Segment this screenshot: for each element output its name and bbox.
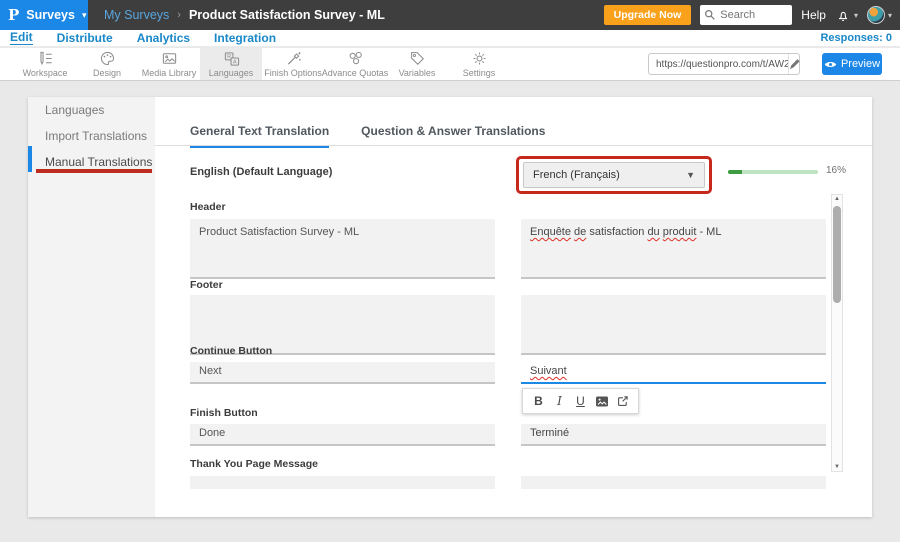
default-language-label: English (Default Language) [190,166,332,178]
translation-progress-bar [728,170,818,174]
breadcrumb: My Surveys › Product Satisfaction Survey… [104,8,385,22]
tool-design[interactable]: Design [76,48,138,80]
external-link-icon [616,395,629,408]
scroll-down-arrow-icon[interactable]: ▼ [832,464,842,470]
upgrade-now-button[interactable]: Upgrade Now [604,5,692,25]
notifications-menu[interactable]: ▾ [835,7,858,23]
eye-icon [824,60,837,69]
bold-button[interactable]: B [530,391,547,411]
chevron-down-icon: ▾ [888,11,892,20]
workspace-icon [37,50,54,67]
tool-advance-quotas[interactable]: Advance Quotas [324,48,386,80]
scrollbar-thumb[interactable] [833,206,841,303]
nav-integration[interactable]: Integration [214,32,276,45]
continue-target-input[interactable]: Suivant [521,362,826,384]
tool-languages[interactable]: RA Languages [200,48,262,80]
tool-media-library[interactable]: Media Library [138,48,200,80]
bell-icon [835,7,851,23]
selected-language-value: French (Français) [533,169,620,181]
product-switcher[interactable]: P Surveys ▾ [0,0,88,30]
active-item-indicator [28,146,32,172]
translations-sidebar: Languages Import Translations Manual Tra… [28,97,155,517]
manual-translations-content: General Text Translation Question & Answ… [155,97,872,517]
translations-panel: Languages Import Translations Manual Tra… [28,97,872,517]
progress-fill [728,170,742,174]
search-input[interactable] [720,9,786,21]
chevron-down-icon: ▼ [686,170,695,180]
settings-icon [471,50,488,67]
row-label-footer: Footer [190,279,223,291]
finish-options-icon [285,50,302,67]
thankyou-source-textarea[interactable] [190,476,495,489]
preview-button[interactable]: Preview [822,53,882,75]
insert-image-button[interactable] [593,391,610,411]
survey-url-box [648,53,800,75]
svg-text:A: A [232,59,236,65]
tool-variables[interactable]: Variables [386,48,448,80]
global-search[interactable] [700,5,792,25]
continue-source-input[interactable]: Next [190,362,495,384]
annotation-underline [36,169,152,173]
row-label-continue-button: Continue Button [190,345,272,357]
thankyou-target-textarea[interactable] [521,476,826,489]
nav-edit[interactable]: Edit [10,31,33,45]
tool-settings[interactable]: Settings [448,48,510,80]
edit-url-button[interactable] [788,54,800,74]
avatar [867,6,885,24]
tabs-divider [155,145,872,146]
product-label: Surveys [26,8,75,22]
search-icon [704,9,716,21]
content-scrollbar[interactable]: ▲ ▼ [831,194,843,472]
footer-target-textarea[interactable] [521,295,826,355]
survey-title: Product Satisfaction Survey - ML [189,8,385,22]
questionpro-logo-icon: P [8,6,19,24]
sidebar-item-languages[interactable]: Languages [28,98,155,123]
design-icon [99,50,116,67]
pencil-icon [789,59,800,70]
breadcrumb-separator-icon: › [177,9,181,21]
underline-button[interactable]: U [572,391,589,411]
row-label-finish-button: Finish Button [190,407,258,419]
breadcrumb-my-surveys[interactable]: My Surveys [104,8,169,22]
scroll-up-arrow-icon[interactable]: ▲ [832,196,842,202]
chevron-down-icon: ▾ [854,11,858,20]
nav-distribute[interactable]: Distribute [57,32,113,45]
tool-finish-options[interactable]: Finish Options [262,48,324,80]
row-label-thank-you: Thank You Page Message [190,458,318,470]
help-link[interactable]: Help [801,8,826,22]
header-target-textarea[interactable]: Enquête de satisfaction du produit - ML [521,219,826,279]
progress-percent: 16% [826,165,846,176]
finish-target-input[interactable]: Terminé [521,424,826,446]
tool-workspace[interactable]: Workspace [14,48,76,80]
sidebar-item-import-translations[interactable]: Import Translations [28,124,155,149]
translated-word: Suivant [530,365,567,377]
image-icon [595,395,609,408]
finish-source-input[interactable]: Done [190,424,495,446]
edit-toolbar: Workspace Design Media Library RA Langua… [0,48,900,81]
target-language-select[interactable]: French (Français) ▼ [523,162,705,188]
media-library-icon [161,50,178,67]
section-nav: Edit Distribute Analytics Integration Re… [0,30,900,47]
insert-link-button[interactable] [614,391,631,411]
header-source-textarea[interactable]: Product Satisfaction Survey - ML [190,219,495,279]
advance-quotas-icon [347,50,364,67]
account-menu[interactable]: ▾ [867,6,892,24]
responses-count[interactable]: Responses: 0 [820,32,892,44]
chevron-down-icon: ▾ [82,10,87,21]
top-bar: P Surveys ▾ My Surveys › Product Satisfa… [0,0,900,30]
languages-icon: RA [223,50,240,67]
italic-button[interactable]: I [551,391,568,411]
survey-url-input[interactable] [649,59,788,70]
text-format-toolbar: B I U [522,388,639,414]
row-label-header: Header [190,201,226,213]
nav-analytics[interactable]: Analytics [137,32,190,45]
variables-icon [409,50,426,67]
